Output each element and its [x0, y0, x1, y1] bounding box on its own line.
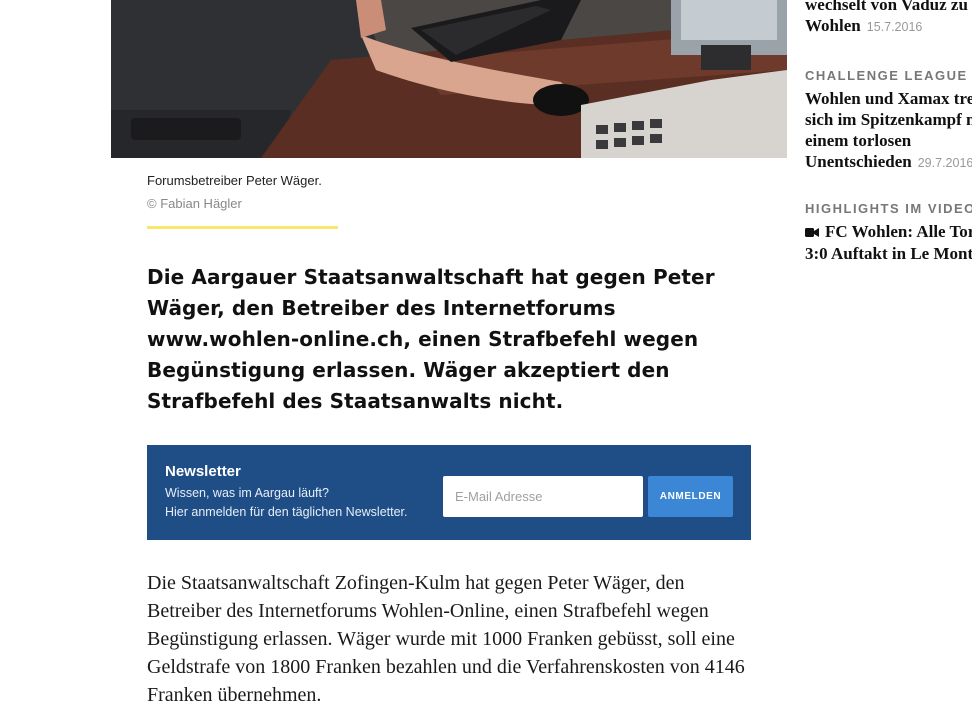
newsletter-subtitle-line: Hier anmelden für den täglichen Newslett…	[165, 505, 408, 519]
headline-line: wechselt von Vaduz zu	[805, 0, 968, 14]
headline-line-text: FC Wohlen: Alle Tore zum	[825, 222, 972, 241]
article-body: Die Staatsanwaltschaft Zofingen-Kulm hat…	[147, 572, 745, 706]
article-date: 15.7.2016	[866, 20, 923, 34]
related-article[interactable]: wechselt von Vaduz zu Wohlen 15.7.2016	[805, 0, 972, 38]
article-kicker: HIGHLIGHTS IM VIDEO	[805, 201, 972, 216]
article-date: 29.7.2016	[917, 156, 972, 170]
headline-line: Wohlen 15.7.2016	[805, 15, 972, 38]
article-kicker: CHALLENGE LEAGUE	[805, 68, 968, 83]
headline-line: Wohlen und Xamax trennen	[805, 89, 972, 108]
caption-divider	[147, 226, 338, 229]
headline-line: sich im Spitzenkampf mit	[805, 110, 972, 129]
related-article[interactable]: CHALLENGE LEAGUE Wohlen und Xamax trenne…	[805, 68, 972, 174]
headline-line-text: Unentschieden	[805, 152, 912, 171]
newsletter-subscribe-button[interactable]: ANMELDEN	[648, 476, 733, 517]
related-article[interactable]: HIGHLIGHTS IM VIDEO FC Wohlen: Alle Tore…	[805, 201, 972, 264]
image-caption: Forumsbetreiber Peter Wäger. © Fabian Hä…	[147, 172, 447, 229]
caption-text: Forumsbetreiber Peter Wäger.	[147, 173, 322, 188]
newsletter-subtitle-line: Wissen, was im Aargau läuft?	[165, 486, 329, 500]
related-articles-sidebar: wechselt von Vaduz zu Wohlen 15.7.2016 CH…	[805, 0, 972, 725]
article-lead: Die Aargauer Staatsanwaltschaft hat gege…	[147, 265, 715, 413]
headline-line: 3:0 Auftakt in Le Mont	[805, 244, 972, 263]
video-camera-icon	[805, 222, 819, 243]
related-article-headline[interactable]: FC Wohlen: Alle Tore zum 3:0 Auftakt in …	[805, 221, 972, 264]
headline-line: FC Wohlen: Alle Tore zum	[805, 221, 972, 243]
newsletter-email-input[interactable]	[443, 476, 643, 517]
photo-credit: © Fabian Hägler	[147, 196, 242, 211]
related-article-headline[interactable]: Wohlen und Xamax trennen sich im Spitzen…	[805, 88, 972, 174]
headline-line-text: Wohlen	[805, 16, 861, 35]
newsletter-box: Newsletter Wissen, was im Aargau läuft? …	[147, 445, 751, 540]
headline-line: einem torlosen	[805, 131, 912, 150]
article-hero-image	[111, 0, 787, 158]
headline-line: Unentschieden 29.7.2016	[805, 151, 972, 174]
related-article-headline[interactable]: wechselt von Vaduz zu Wohlen 15.7.2016	[805, 0, 972, 38]
newsletter-title: Newsletter	[165, 463, 241, 480]
newsletter-subtitle: Wissen, was im Aargau läuft? Hier anmeld…	[165, 484, 408, 522]
